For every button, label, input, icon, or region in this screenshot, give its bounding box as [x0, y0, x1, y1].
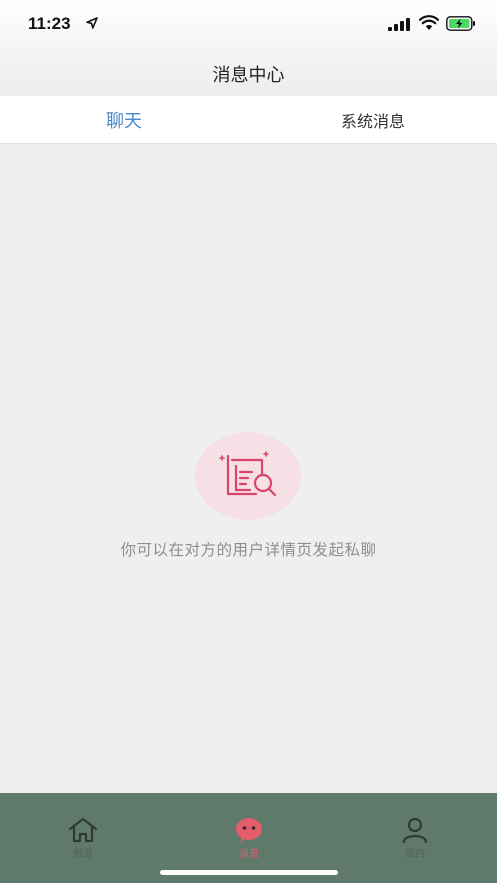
navigation-bar: 消息中心	[0, 50, 497, 96]
document-search-icon	[219, 451, 277, 497]
home-icon	[68, 817, 98, 843]
tabbar-label-messages: 消息	[239, 849, 259, 860]
battery-charging-icon	[446, 16, 475, 31]
tabbar-label-mine: 我的	[405, 849, 425, 860]
page-title: 消息中心	[212, 65, 285, 86]
tab-system-messages-label: 系统消息	[340, 111, 405, 131]
message-tabs: 聊天 系统消息	[0, 96, 497, 144]
tabbar-label-channel: 频道	[73, 849, 93, 860]
tab-chat-label: 聊天	[106, 110, 142, 132]
bottom-tab-bar: 频道 消息 我的	[0, 793, 497, 883]
tabbar-item-mine[interactable]: 我的	[332, 793, 497, 863]
empty-state: 你可以在对方的用户详情页发起私聊	[0, 432, 497, 562]
message-face-icon	[236, 818, 262, 842]
person-icon	[402, 817, 428, 843]
tabbar-item-channel[interactable]: 频道	[0, 793, 166, 863]
tab-chat[interactable]: 聊天	[0, 96, 248, 143]
empty-state-message: 你可以在对方的用户详情页发起私聊	[120, 541, 377, 559]
status-time: 11:23	[28, 14, 71, 33]
location-arrow-icon	[86, 17, 98, 29]
status-bar: 11:23	[0, 0, 497, 50]
cellular-signal-icon	[388, 18, 410, 31]
tabbar-item-messages[interactable]: 消息	[166, 793, 332, 863]
wifi-icon	[419, 15, 439, 30]
home-indicator	[160, 870, 338, 875]
tab-system-messages[interactable]: 系统消息	[249, 96, 497, 143]
